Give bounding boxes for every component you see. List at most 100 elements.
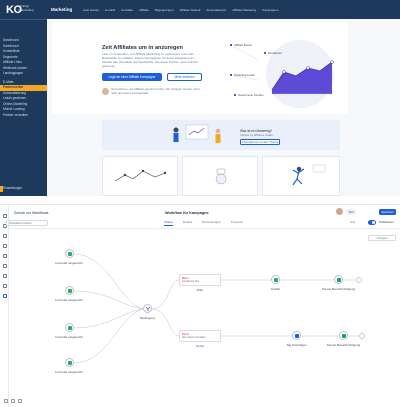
settings-icon[interactable] xyxy=(2,274,7,278)
home-icon[interactable] xyxy=(2,214,7,218)
chart-label-customers: Gewonnene Kunden xyxy=(238,93,264,97)
hero-title: Zeit Affiliates um in anzuregen xyxy=(102,45,183,51)
editor-tab[interactable]: Details xyxy=(183,220,192,226)
learn-more-button[interactable]: Mehr erfahren xyxy=(167,73,202,81)
editor-tab[interactable]: Ablauf xyxy=(164,220,173,226)
users-icon[interactable] xyxy=(2,284,7,288)
chart-icon[interactable] xyxy=(2,264,7,268)
top-menu-item[interactable]: Affiliate Verkauf xyxy=(180,8,201,12)
create-campaign-button[interactable]: Lege an einer Affiliate Kampagne xyxy=(102,73,162,81)
condition-node[interactable] xyxy=(143,304,152,313)
workflow-canvas[interactable]: Formular eingereicht Formular eingereich… xyxy=(9,229,400,407)
branch-else-card[interactable]: Sonst Alle anderen Kontakte xyxy=(179,330,221,342)
avatar xyxy=(102,88,109,95)
resource-tile-2[interactable] xyxy=(182,156,258,196)
chart-label-marketing-leads: Marketing Leads xyxy=(234,73,255,77)
top-menu: Auto starten E-mails Kontakte Affiliate Bege… xyxy=(83,8,279,12)
publish-toggle[interactable] xyxy=(368,220,376,225)
sidebar-divider xyxy=(0,19,47,20)
affiliate-growth-illustration: Affiliate Bonus Marketing Leads Einnahme… xyxy=(230,40,334,108)
top-menu-item[interactable]: Kampagnen xyxy=(262,8,278,12)
top-brand[interactable]: Marketing xyxy=(51,7,72,12)
editor-tab[interactable]: Einstellungen xyxy=(202,220,221,226)
resource-tile-1[interactable] xyxy=(102,156,178,196)
chart-label-affiliate-bonus: Affiliate Bonus xyxy=(234,43,252,47)
top-menu-item[interactable]: Affiliate-Marketing xyxy=(232,8,256,12)
trigger-node-4[interactable] xyxy=(65,358,74,367)
save-button[interactable]: Speichern xyxy=(379,209,396,215)
promo-text: Vorteile zu Affiliates erklärt. xyxy=(240,133,274,137)
notify-action-label-1: Interne Benachrichtigung xyxy=(321,287,356,291)
top-navbar: Marketing Auto starten E-mails Kontakte Aff… xyxy=(47,0,400,19)
toggle-off-label: Aus xyxy=(350,220,356,224)
top-menu-item[interactable]: E-mails xyxy=(105,8,115,12)
editor-tabs: Ablauf Details Einstellungen Protokoll xyxy=(164,220,243,226)
form-icon xyxy=(68,289,73,294)
resource-tile-3[interactable] xyxy=(262,156,340,196)
notify-action-node-2[interactable] xyxy=(339,331,348,340)
presentation-illustration xyxy=(173,124,221,143)
chart-label-revenue: Einnahmen xyxy=(268,51,283,55)
trigger-label-4: Formular eingereicht xyxy=(55,370,83,374)
hero-note: Ich bestimme, wie Affiliates genutzt wer… xyxy=(111,87,200,95)
condition-label: Bedingung xyxy=(140,316,155,320)
trigger-label-1: Formular eingereicht xyxy=(55,261,83,265)
tag-icon[interactable] xyxy=(2,254,7,258)
branch-if-text: Kontakt hat Tag xyxy=(182,279,199,283)
promo-info-button[interactable]: Informationen zu dem Thema xyxy=(240,139,280,145)
workflow-title[interactable]: Workflow für Kampagne xyxy=(165,211,209,215)
email-action-node[interactable] xyxy=(271,275,280,284)
branch-if-label: Filter xyxy=(196,288,204,292)
tag-action-label: Tag hinzufügen xyxy=(286,343,307,347)
email-action-label: E-Mail xyxy=(271,287,280,291)
top-menu-item[interactable]: Kontakte xyxy=(121,8,133,12)
tool-sidebar xyxy=(0,205,9,407)
calendar-icon[interactable] xyxy=(2,234,7,238)
fit-view-icon[interactable] xyxy=(18,399,22,403)
sidebar-settings-link[interactable]: Einstellungen xyxy=(3,186,22,190)
trigger-node-2[interactable] xyxy=(65,286,74,295)
zoom-out-icon[interactable] xyxy=(11,399,15,403)
branch-else-label: Sonst xyxy=(196,344,204,348)
branch-else-text: Alle anderen Kontakte xyxy=(182,335,206,339)
sidebar-item[interactable]: Partner verwalten xyxy=(0,113,47,119)
editor-tab[interactable]: Protokoll xyxy=(231,220,243,226)
workflow-icon[interactable] xyxy=(2,294,7,298)
user-avatar[interactable] xyxy=(336,208,343,215)
person-jumping-icon xyxy=(292,164,326,186)
tag-icon xyxy=(295,334,300,339)
tag-action-node[interactable] xyxy=(292,331,301,340)
form-icon xyxy=(68,326,73,331)
trigger-label-3: Formular eingereicht xyxy=(55,335,83,339)
branch-if-card[interactable]: Wenn Kontakt hat Tag xyxy=(179,274,221,286)
page: KO Klicktipp Onboarding Dashboard Dashboa… xyxy=(0,0,400,407)
toggle-on-label: Publizieren xyxy=(379,220,394,224)
top-menu-item[interactable]: Begegnungen xyxy=(155,8,174,12)
workflow-editor-screen: Zurück zur Workflows Workflow-Ordner Wor… xyxy=(0,204,400,407)
mail-icon xyxy=(274,278,279,283)
top-menu-item[interactable]: Automatisieren xyxy=(206,8,226,12)
workflow-diagram-icon xyxy=(114,169,167,182)
folder-select[interactable]: Workflow-Ordner xyxy=(6,220,48,226)
dashboard-screen: KO Klicktipp Onboarding Dashboard Dashboa… xyxy=(0,0,400,196)
trigger-node-1[interactable] xyxy=(65,249,74,258)
test-button[interactable]: Test xyxy=(346,209,356,215)
canvas-controls xyxy=(4,399,22,403)
robot-icon xyxy=(215,168,227,185)
notify-action-label-2: Interne Benachrichtigung xyxy=(326,343,361,347)
notify-action-node-1[interactable] xyxy=(334,275,343,284)
hero-text: Lass zu verwenden, um Affiliate-Marketin… xyxy=(102,52,199,68)
form-icon xyxy=(68,361,73,366)
top-menu-item[interactable]: Affiliate xyxy=(139,8,149,12)
back-link[interactable]: Zurück zur Workflows xyxy=(14,211,48,215)
trigger-label-2: Formular eingereicht xyxy=(55,298,83,302)
sidebar: KO Klicktipp Onboarding Dashboard Dashboa… xyxy=(0,0,47,196)
zoom-in-icon[interactable] xyxy=(4,399,8,403)
split-icon xyxy=(145,306,151,311)
mail-icon[interactable] xyxy=(2,244,7,248)
bell-icon xyxy=(337,278,342,283)
form-icon xyxy=(68,252,73,257)
bell-icon xyxy=(342,334,347,339)
top-menu-item[interactable]: Auto starten xyxy=(83,8,99,12)
trigger-node-3[interactable] xyxy=(65,323,74,332)
